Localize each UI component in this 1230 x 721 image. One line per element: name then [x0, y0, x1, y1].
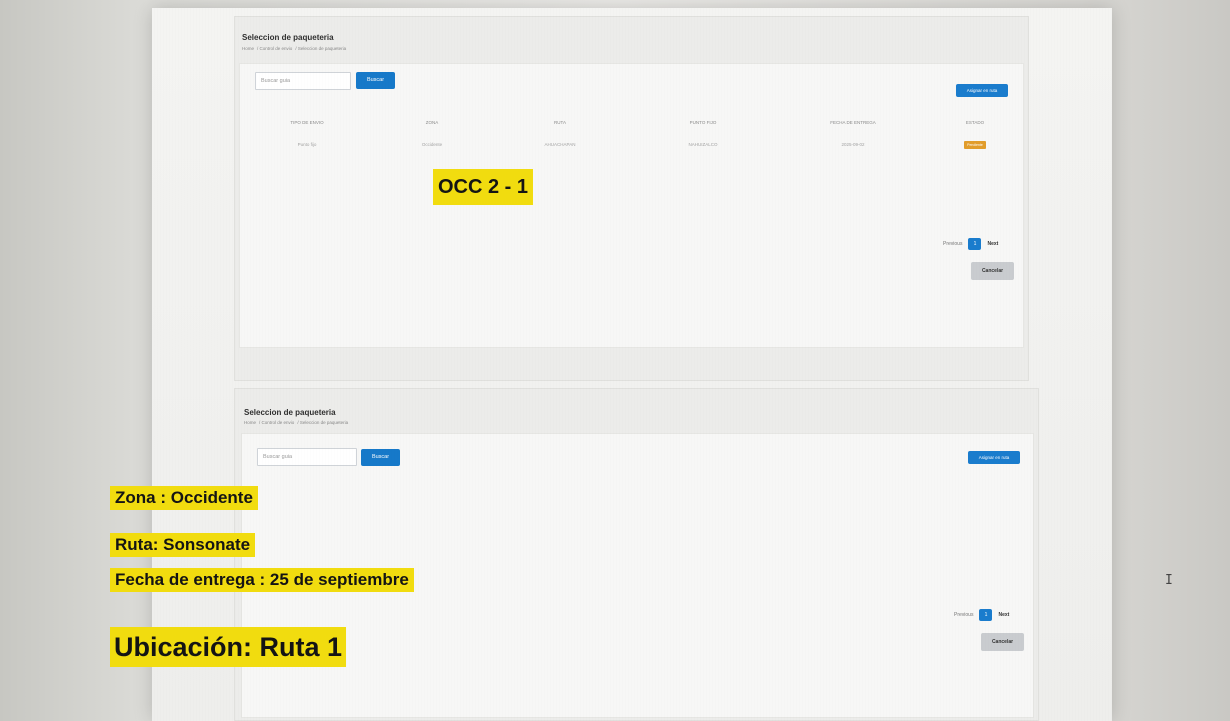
cell-fecha: 2025-09-02	[841, 142, 865, 147]
pagination-previous[interactable]: Previous	[943, 241, 962, 247]
monitor-screen: Seleccion de paqueteria Home / Control de…	[152, 8, 1112, 721]
content-card: Buscar Asignar en ruta TIPO DE ENVIO ZON…	[239, 63, 1024, 348]
breadcrumb-control[interactable]: Control de envio	[262, 420, 295, 425]
pagination-next[interactable]: Next	[998, 612, 1009, 618]
search-input[interactable]	[255, 72, 351, 90]
top-page-panel: Seleccion de paqueteria Home / Control de…	[234, 16, 1029, 381]
pagination-previous[interactable]: Previous	[954, 612, 973, 618]
search-input[interactable]	[257, 448, 357, 466]
text-cursor-icon: I	[1165, 573, 1173, 588]
ubicacion-annotation: Ubicación: Ruta 1	[110, 627, 347, 668]
cell-ruta: AHUACHAPAN	[544, 142, 576, 147]
col-header-ruta[interactable]: RUTA	[515, 120, 605, 125]
cancel-button[interactable]: Cancelar	[971, 262, 1014, 280]
breadcrumb-current: Seleccion de paqueteria	[299, 420, 349, 425]
assign-route-button[interactable]: Asignar en ruta	[956, 84, 1008, 97]
col-header-tipo[interactable]: TIPO DE ENVIO	[262, 120, 352, 125]
pagination-next[interactable]: Next	[987, 241, 998, 247]
status-badge: Pendiente	[964, 141, 986, 149]
col-header-zona[interactable]: ZONA	[387, 120, 477, 125]
cell-tipo: Punto fijo	[297, 142, 317, 147]
col-header-fecha[interactable]: FECHA DE ENTREGA	[808, 120, 898, 125]
bottom-page-panel: Seleccion de paqueteria Home / Control de…	[234, 388, 1039, 721]
ruta-annotation: Ruta: Sonsonate	[110, 533, 256, 558]
occ-code-highlight: OCC 2 - 1	[433, 169, 534, 205]
breadcrumb-home[interactable]: Home	[244, 420, 256, 425]
page-title: Seleccion de paqueteria	[244, 408, 336, 417]
breadcrumb-control[interactable]: Control de envio	[260, 46, 293, 51]
pagination-page-1[interactable]: 1	[979, 609, 993, 621]
col-header-estado[interactable]: ESTADO	[930, 120, 1020, 125]
assign-route-button[interactable]: Asignar en ruta	[968, 451, 1020, 464]
breadcrumb-home[interactable]: Home	[242, 46, 254, 51]
cell-punto: NAHUIZALCO	[688, 142, 718, 147]
page-title: Seleccion de paqueteria	[242, 33, 334, 42]
cancel-button[interactable]: Cancelar	[981, 633, 1024, 651]
zona-annotation: Zona : Occidente	[110, 486, 258, 511]
search-button[interactable]: Buscar	[361, 449, 400, 466]
cell-zona: Occidente	[421, 142, 443, 147]
pagination: Previous 1 Next	[954, 609, 1009, 621]
fecha-annotation: Fecha de entrega : 25 de septiembre	[110, 568, 414, 593]
pagination: Previous 1 Next	[943, 238, 998, 250]
breadcrumb: Home / Control de envio / Seleccion de paq…	[244, 420, 349, 425]
breadcrumb-current: Seleccion de paqueteria	[297, 46, 347, 51]
pagination-page-1[interactable]: 1	[968, 238, 982, 250]
breadcrumb: Home / Control de envio / Seleccion de paq…	[242, 46, 347, 51]
search-button[interactable]: Buscar	[356, 72, 395, 89]
col-header-punto[interactable]: PUNTO FIJO	[658, 120, 748, 125]
